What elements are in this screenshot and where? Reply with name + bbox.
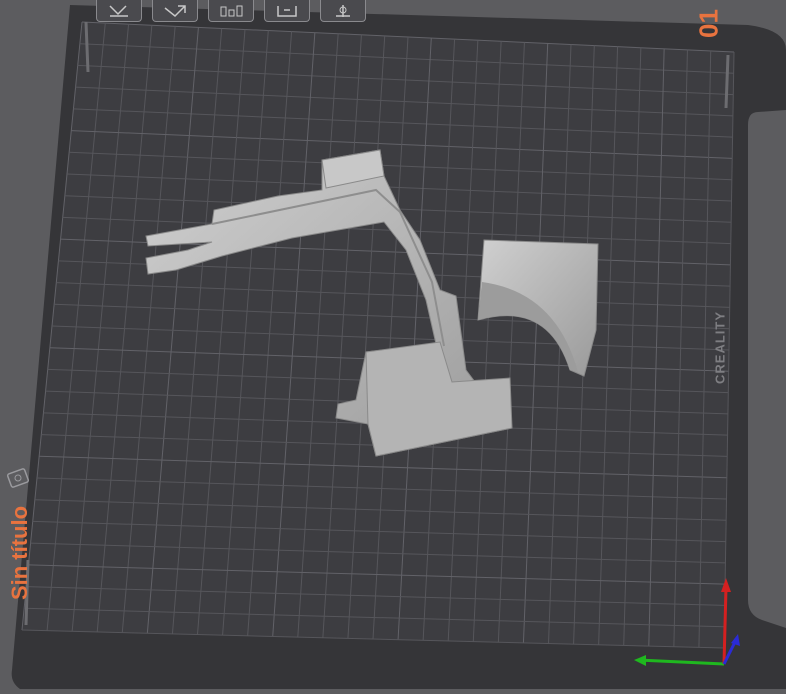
z-axis-line <box>722 587 728 665</box>
arrange-icon <box>220 5 243 16</box>
lock-plate-button[interactable] <box>264 0 310 22</box>
auto-orient-button[interactable] <box>152 0 198 22</box>
plate-number[interactable]: 01 <box>694 7 725 41</box>
pick-plate-button[interactable] <box>96 0 142 22</box>
brand-logo: CREALITY <box>712 311 728 384</box>
auto-orient-icon <box>164 4 186 17</box>
plate-settings-icon <box>336 4 350 17</box>
arrange-button[interactable] <box>208 0 254 22</box>
lock-plate-icon <box>277 5 297 17</box>
plate-toolbar <box>96 0 366 22</box>
pick-plate-icon <box>109 4 128 17</box>
plate-title[interactable]: Sin título <box>7 493 33 613</box>
3d-viewport[interactable]: 01 Sin título CREALITY <box>0 0 786 689</box>
plate-edit-icon[interactable] <box>6 463 34 494</box>
plate-settings-button[interactable] <box>320 0 366 22</box>
build-plate-scene[interactable] <box>0 0 786 689</box>
